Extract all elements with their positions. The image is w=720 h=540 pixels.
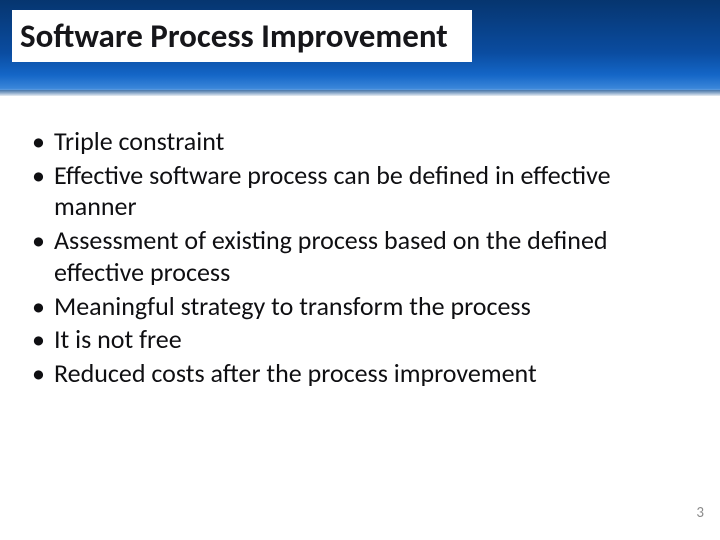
slide-title: Software Process Improvement	[20, 16, 458, 56]
slide-number: 3	[696, 504, 704, 522]
list-item: Effective software process can be define…	[28, 160, 692, 223]
list-item: Assessment of existing process based on …	[28, 225, 692, 288]
list-item: It is not free	[28, 324, 692, 356]
list-item: Reduced costs after the process improvem…	[28, 358, 692, 390]
list-item: Meaningful strategy to transform the pro…	[28, 291, 692, 323]
title-box: Software Process Improvement	[12, 10, 472, 62]
slide: Software Process Improvement Triple cons…	[0, 0, 720, 540]
list-item: Triple constraint	[28, 126, 692, 158]
bullet-list: Triple constraint Effective software pro…	[28, 126, 692, 390]
title-bar: Software Process Improvement	[0, 0, 720, 96]
slide-body: Triple constraint Effective software pro…	[0, 96, 720, 390]
